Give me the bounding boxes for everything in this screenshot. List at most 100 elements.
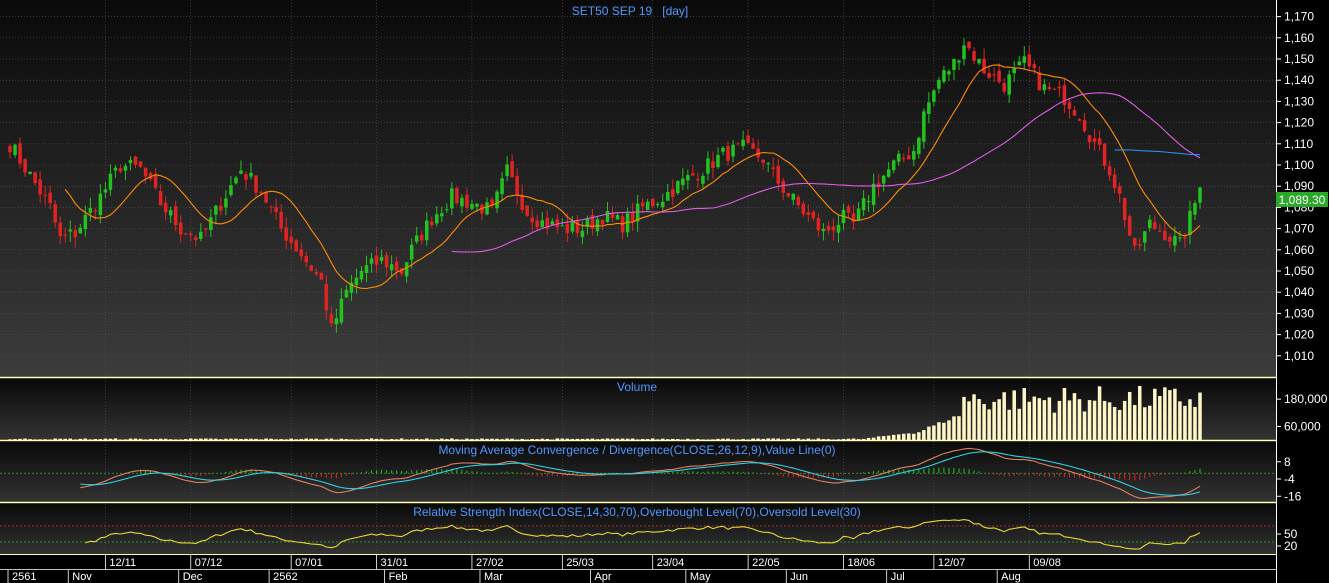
- volume-bar: [922, 430, 926, 440]
- candle-body: [751, 143, 755, 149]
- candle-body: [264, 192, 268, 203]
- candle-body: [224, 198, 228, 208]
- candle-body: [229, 185, 233, 196]
- candle-body: [901, 157, 906, 159]
- candle-body: [1173, 236, 1177, 246]
- volume-bar: [1002, 392, 1006, 440]
- candle-body: [666, 191, 670, 201]
- candle-body: [500, 178, 504, 195]
- candle-body: [640, 202, 645, 207]
- candle-body: [334, 318, 339, 325]
- candle-body: [249, 172, 253, 177]
- candle-body: [726, 146, 730, 161]
- candle-body: [540, 220, 544, 227]
- candle-body: [424, 220, 429, 241]
- volume-bar: [1047, 397, 1052, 440]
- candle-body: [1047, 87, 1052, 90]
- candle-body: [384, 255, 389, 268]
- volume-bar: [1163, 387, 1167, 440]
- price-tick-label: 1,160: [1284, 31, 1314, 45]
- candle-body: [319, 272, 324, 280]
- candle-body: [957, 60, 961, 63]
- candle-body: [409, 244, 414, 260]
- candle-body: [1017, 61, 1021, 66]
- candle-body: [404, 262, 409, 277]
- price-tick-label: 1,120: [1284, 116, 1314, 130]
- price-tick-label: 1,150: [1284, 52, 1314, 66]
- candle-body: [515, 175, 519, 196]
- volume-bar: [896, 434, 901, 440]
- volume-bar: [1097, 386, 1102, 440]
- candle-body: [279, 211, 283, 229]
- candle-body: [113, 167, 118, 171]
- candle-body: [254, 175, 258, 193]
- stock-chart: SET50 SEP 19 [day] Volume Moving Average…: [0, 0, 1328, 583]
- volume-bar: [1077, 399, 1082, 440]
- candle-body: [314, 271, 319, 275]
- month-tick-label: Jun: [790, 571, 808, 583]
- volume-bar: [967, 401, 971, 440]
- candle-body: [63, 234, 67, 236]
- volume-bar: [957, 416, 961, 440]
- last-price-tag: 1,089.30: [1276, 192, 1328, 207]
- candle-body: [881, 175, 886, 184]
- candle-body: [942, 70, 946, 82]
- volume-bar: [1032, 396, 1037, 440]
- volume-bar: [881, 436, 886, 440]
- volume-bar: [1007, 409, 1011, 440]
- price-tick-label: 1,020: [1284, 328, 1314, 342]
- candle-body: [1002, 82, 1006, 92]
- candle-body: [650, 198, 655, 207]
- candle-body: [414, 235, 419, 242]
- candle-body: [394, 261, 399, 271]
- volume-bar: [1178, 401, 1182, 440]
- candle-body: [344, 289, 349, 298]
- candle-body: [173, 206, 178, 226]
- candle-body: [450, 188, 454, 209]
- volume-bar: [952, 416, 956, 440]
- date-tick-label: 31/01: [381, 557, 409, 569]
- candle-body: [776, 165, 780, 184]
- candle-body: [38, 179, 42, 195]
- candle-body: [1178, 237, 1182, 239]
- candle-body: [8, 145, 12, 153]
- candle-body: [435, 214, 439, 224]
- candle-body: [806, 212, 811, 215]
- volume-bar: [917, 432, 921, 440]
- candle-body: [535, 220, 539, 228]
- candle-body: [1102, 143, 1107, 166]
- candle-body: [168, 210, 173, 216]
- date-tick-label: 07/01: [295, 557, 323, 569]
- candle-body: [48, 192, 52, 204]
- candle-body: [676, 181, 680, 194]
- candle-body: [917, 137, 921, 155]
- candle-body: [530, 217, 534, 223]
- candle-body: [565, 223, 570, 234]
- candle-body: [992, 74, 996, 76]
- candle-body: [721, 147, 725, 152]
- candle-body: [1022, 56, 1027, 63]
- volume-bar: [1112, 406, 1117, 440]
- date-tick-label: 07/12: [195, 557, 223, 569]
- candle-body: [1122, 197, 1127, 221]
- candle-body: [711, 161, 715, 169]
- price-tick-label: 1,090: [1284, 179, 1314, 193]
- candle-body: [274, 207, 278, 212]
- volume-bar: [1193, 406, 1197, 440]
- candle-body: [686, 175, 690, 181]
- candle-body: [1032, 64, 1037, 69]
- volume-bar: [1188, 399, 1192, 440]
- volume-bar: [876, 436, 881, 440]
- volume-bar: [1168, 390, 1172, 440]
- candle-body: [1092, 138, 1097, 143]
- candle-body: [419, 234, 424, 241]
- date-tick-label: 22/05: [752, 557, 780, 569]
- candle-body: [967, 41, 971, 49]
- candle-body: [189, 233, 193, 236]
- candle-body: [33, 172, 37, 183]
- candle-body: [525, 205, 529, 216]
- candle-body: [93, 210, 98, 212]
- volume-bar: [1067, 400, 1072, 440]
- candle-body: [937, 80, 941, 89]
- volume-bar: [1153, 388, 1157, 440]
